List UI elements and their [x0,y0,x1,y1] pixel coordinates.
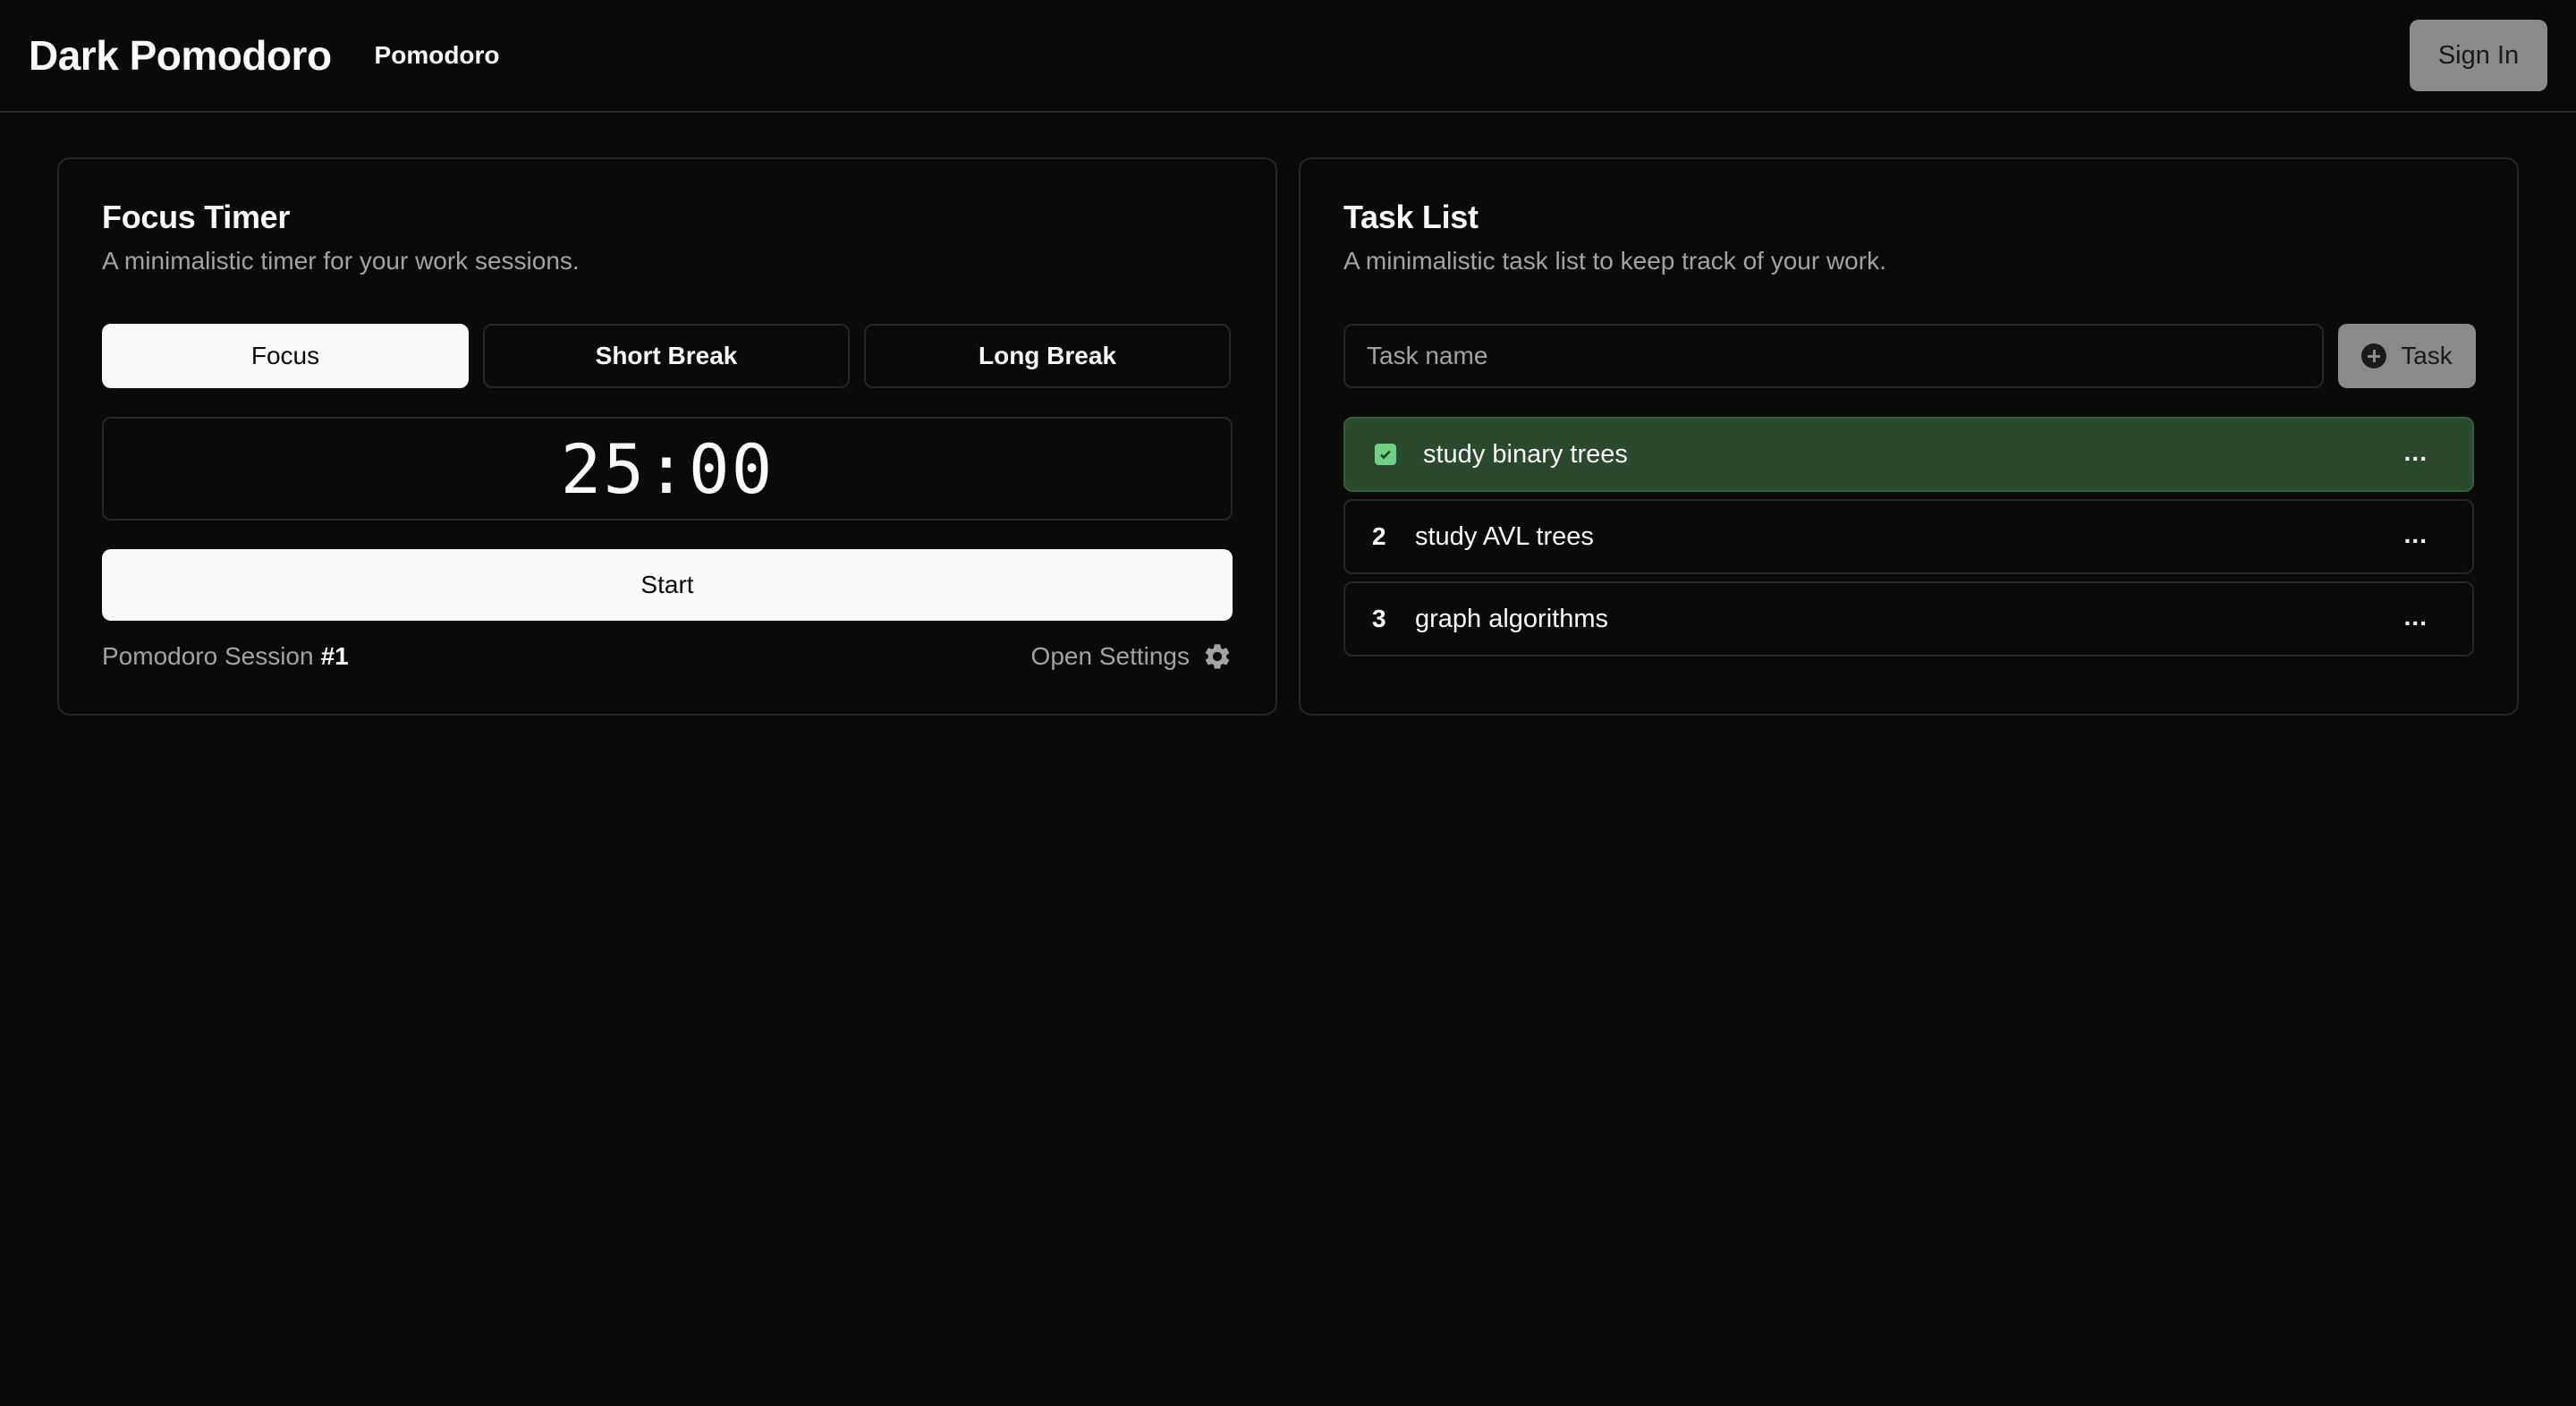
task-list-description: A minimalistic task list to keep track o… [1343,247,1886,275]
add-task-button[interactable]: Task [2338,324,2476,388]
nav-link-pomodoro[interactable]: Pomodoro [375,41,500,70]
gear-icon [1205,644,1230,669]
app-page: Dark Pomodoro Pomodoro Sign In Focus Tim… [0,0,2576,1406]
add-task-label: Task [2401,342,2453,369]
focus-timer-card: Focus Timer A minimalistic timer for you… [57,157,1277,716]
task-name-input[interactable] [1343,324,2324,388]
task-menu-button[interactable]: ... [2404,603,2428,631]
task-list-card: Task List A minimalistic task list to ke… [1299,157,2519,716]
start-button[interactable]: Start [102,549,1233,621]
checkbox-checked-icon[interactable] [1375,444,1396,465]
focus-timer-title: Focus Timer [102,199,291,235]
task-list-title: Task List [1343,199,1479,235]
task-index: 3 [1372,605,1386,632]
tab-short-break[interactable]: Short Break [483,324,850,388]
top-header: Dark Pomodoro Pomodoro Sign In [0,0,2576,113]
task-item[interactable]: 3 graph algorithms ... [1343,581,2474,656]
timer-time: 25:00 [560,428,775,509]
tab-long-break[interactable]: Long Break [864,324,1231,388]
task-name: study binary trees [1423,439,1628,469]
task-name: graph algorithms [1415,604,1608,633]
task-item[interactable]: study binary trees ... [1343,417,2474,492]
task-menu-button[interactable]: ... [2404,438,2428,467]
brand-title[interactable]: Dark Pomodoro [29,31,332,80]
timer-display: 25:00 [102,417,1233,521]
focus-timer-description: A minimalistic timer for your work sessi… [102,247,580,275]
open-settings-label: Open Settings [1030,642,1190,670]
session-number: #1 [320,642,349,670]
open-settings-link[interactable]: Open Settings [1031,641,1233,672]
session-label: Pomodoro Session [102,642,314,670]
sign-in-button[interactable]: Sign In [2410,20,2547,91]
task-item[interactable]: 2 study AVL trees ... [1343,499,2474,574]
session-info: Pomodoro Session #1 [102,642,349,671]
tab-focus[interactable]: Focus [102,324,469,388]
task-menu-button[interactable]: ... [2404,521,2428,549]
session-row: Pomodoro Session #1 Open Settings [102,637,1233,676]
task-name: study AVL trees [1415,521,1594,551]
task-index: 2 [1372,522,1386,550]
plus-circle-icon [2361,343,2387,368]
